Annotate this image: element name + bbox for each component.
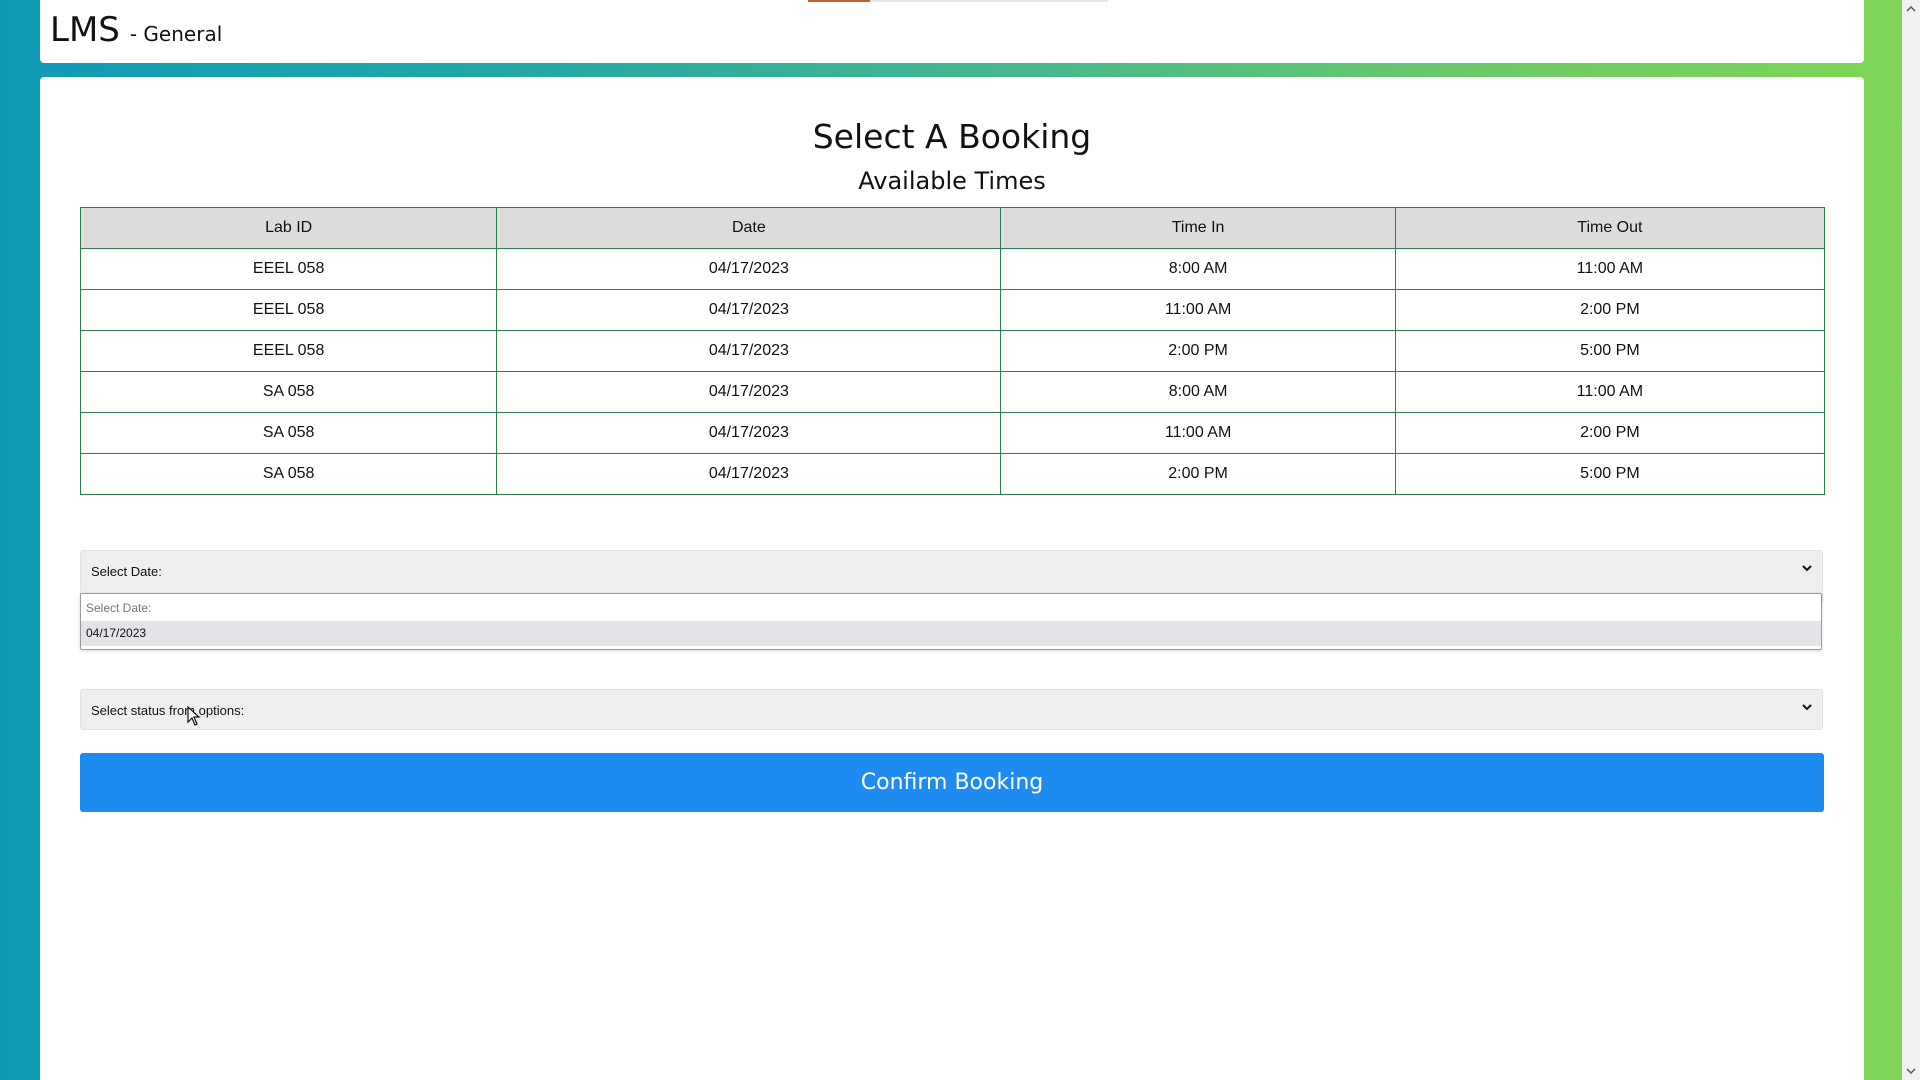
cell-time-in: 11:00 AM (1000, 412, 1396, 454)
cell-time-out: 2:00 PM (1394, 289, 1826, 331)
column-header-lab-id: Lab ID (79, 207, 498, 249)
cell-date: 04/17/2023 (496, 330, 1002, 372)
status-select-value: Select status from options: (91, 703, 245, 718)
page-subtitle: Available Times (858, 167, 1046, 195)
cell-date: 04/17/2023 (496, 289, 1002, 331)
cell-date: 04/17/2023 (496, 453, 1002, 495)
table-row: SA 058 04/17/2023 2:00 PM 5:00 PM (79, 453, 1826, 495)
date-dropdown-list: Select Date: 04/17/2023 (80, 593, 1822, 650)
cell-lab-id: SA 058 (79, 453, 498, 495)
scroll-up-icon[interactable] (1906, 4, 1916, 14)
column-header-time-in: Time In (1000, 207, 1396, 249)
available-times-table: Lab ID Date Time In Time Out EEEL 058 04… (79, 207, 1826, 495)
cell-time-out: 11:00 AM (1394, 248, 1826, 290)
page-title: Select A Booking (812, 117, 1092, 156)
dropdown-option-placeholder[interactable]: Select Date: (81, 596, 1821, 621)
cell-time-out: 2:00 PM (1394, 412, 1826, 454)
cell-time-in: 11:00 AM (1000, 289, 1396, 331)
section-name: - General (129, 22, 223, 46)
confirm-booking-button[interactable]: Confirm Booking (80, 753, 1824, 812)
table-row: EEEL 058 04/17/2023 2:00 PM 5:00 PM (79, 330, 1826, 372)
brand: LMS - General (50, 10, 222, 50)
mouse-cursor-icon (187, 706, 201, 726)
scroll-down-icon[interactable] (1906, 1066, 1916, 1076)
tab-indicator (808, 0, 1108, 2)
cell-lab-id: SA 058 (79, 371, 498, 413)
table-row: SA 058 04/17/2023 8:00 AM 11:00 AM (79, 371, 1826, 413)
cell-time-in: 2:00 PM (1000, 453, 1396, 495)
cell-lab-id: EEEL 058 (79, 289, 498, 331)
column-header-time-out: Time Out (1394, 207, 1826, 249)
status-select[interactable]: Select status from options: (80, 689, 1823, 730)
date-select-value: Select Date: (91, 564, 162, 579)
chevron-down-icon (1802, 704, 1812, 711)
chevron-down-icon (1802, 565, 1812, 572)
date-select[interactable]: Select Date: (80, 550, 1823, 591)
cell-lab-id: EEEL 058 (79, 248, 498, 290)
cell-time-in: 2:00 PM (1000, 330, 1396, 372)
page-scrollbar[interactable] (1902, 0, 1920, 1080)
cell-date: 04/17/2023 (496, 371, 1002, 413)
dropdown-option-date[interactable]: 04/17/2023 (81, 621, 1821, 646)
cell-time-out: 5:00 PM (1394, 330, 1826, 372)
cell-time-out: 5:00 PM (1394, 453, 1826, 495)
scrollbar-thumb[interactable] (1906, 18, 1916, 1058)
cell-lab-id: EEEL 058 (79, 330, 498, 372)
cell-date: 04/17/2023 (496, 412, 1002, 454)
cell-time-in: 8:00 AM (1000, 371, 1396, 413)
main-panel: Select A Booking Available Times Lab ID … (40, 77, 1864, 1080)
table-row: EEEL 058 04/17/2023 8:00 AM 11:00 AM (79, 248, 1826, 290)
cell-time-in: 8:00 AM (1000, 248, 1396, 290)
column-header-date: Date (496, 207, 1002, 249)
table-row: SA 058 04/17/2023 11:00 AM 2:00 PM (79, 412, 1826, 454)
app-logo[interactable]: LMS (50, 10, 120, 50)
cell-lab-id: SA 058 (79, 412, 498, 454)
cell-date: 04/17/2023 (496, 248, 1002, 290)
top-header: LMS - General (40, 0, 1864, 63)
table-row: EEEL 058 04/17/2023 11:00 AM 2:00 PM (79, 289, 1826, 331)
table-header-row: Lab ID Date Time In Time Out (79, 207, 1826, 249)
cell-time-out: 11:00 AM (1394, 371, 1826, 413)
